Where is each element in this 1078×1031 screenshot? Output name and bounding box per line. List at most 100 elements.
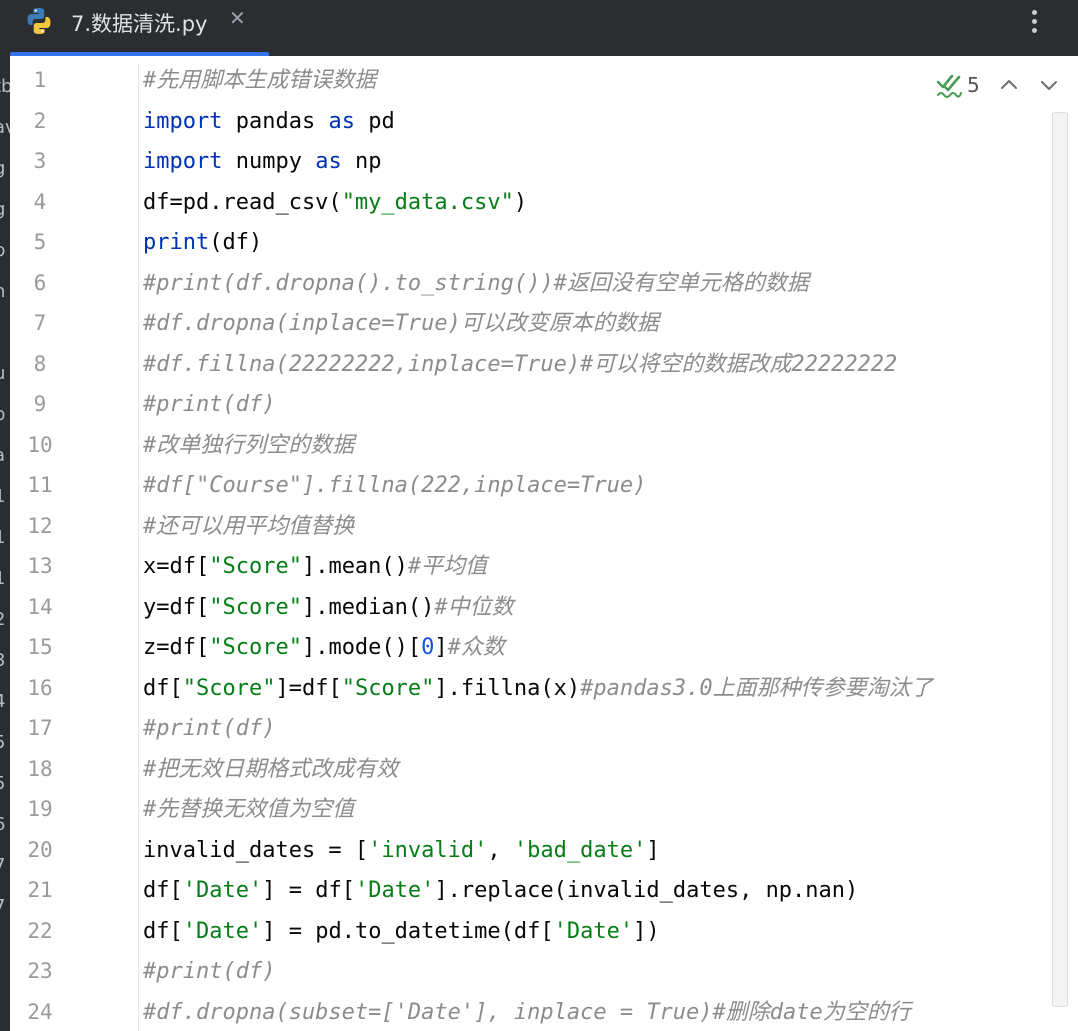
close-icon[interactable]: ✕ (229, 6, 246, 30)
side-panel-clipped: tbavggpnlupa11123455677 (0, 56, 10, 1031)
code-token: #中位数 (434, 594, 514, 620)
double-check-icon[interactable] (935, 71, 963, 99)
code-line[interactable]: #改单独行列空的数据 (143, 431, 354, 461)
python-icon (27, 8, 51, 34)
clipped-panel-text: 1 (0, 486, 10, 507)
code-line[interactable]: #先用脚本生成错误数据 (143, 66, 376, 96)
inspection-widget: 5 (935, 70, 1078, 100)
code-token: pandas (222, 108, 329, 134)
line-number: 24 (27, 999, 53, 1024)
code-token: ]=df[ (275, 675, 342, 701)
code-editor[interactable]: 1 2 3 4 5 6 7 8 9 10 11 12 13 14 15 16 17 18 19 20 21 22 23 24 … (10, 56, 1078, 1031)
code-token: numpy (222, 149, 316, 174)
code-token: import (143, 149, 223, 174)
code-line[interactable]: #df.dropna(subset=['Date'], inplace = Tr… (143, 998, 911, 1028)
code-token: "Score" (341, 675, 435, 701)
line-number: 8 (33, 351, 47, 376)
code-line[interactable]: x=df["Score"].mean()#平均值 (143, 552, 487, 582)
code-token: #df["Course"].fillna(222,inplace=True) (143, 473, 647, 498)
line-number: 16 (27, 675, 53, 700)
line-number: 3 (33, 149, 47, 173)
code-line[interactable]: import numpy as np (143, 147, 381, 177)
code-line[interactable]: df['Date'] = df['Date'].replace(invalid_… (143, 876, 858, 906)
code-token: np (341, 149, 382, 174)
code-line[interactable]: invalid_dates = ['invalid', 'bad_date'] (143, 836, 660, 866)
code-line[interactable]: #df.dropna(inplace=True)可以改变原本的数据 (143, 309, 659, 339)
inspection-count: 5 (967, 73, 980, 97)
code-line[interactable]: df=pd.read_csv("my_data.csv") (143, 188, 527, 218)
line-number: 7 (33, 311, 47, 335)
more-vertical-icon[interactable] (1026, 8, 1044, 36)
code-token: 0 (421, 635, 435, 660)
clipped-panel-text: 3 (0, 650, 10, 671)
code-token: ] = df[ (262, 878, 355, 903)
code-line[interactable]: #df["Course"].fillna(222,inplace=True) (143, 471, 646, 501)
code-line[interactable]: df["Score"]=df["Score"].fillna(x)#pandas… (143, 674, 933, 704)
tab-title: 7.数据清洗.py (71, 12, 208, 36)
code-token: as (315, 149, 342, 174)
code-token: df[ (143, 675, 183, 701)
code-line[interactable]: df['Date'] = pd.to_datetime(df['Date']) (143, 917, 660, 947)
code-token: ].replace(invalid_dates, np.nan) (434, 878, 859, 903)
clipped-panel-text: 4 (0, 691, 10, 712)
clipped-panel-text: n (0, 281, 10, 302)
code-token: #pandas3.0上面那种传参要淘汰了 (580, 675, 933, 701)
code-token: df[ (143, 918, 183, 944)
line-number: 18 (27, 756, 53, 781)
code-line[interactable]: #print(df) (143, 390, 275, 420)
code-token: (df) (209, 230, 263, 255)
code-token: 'Date' (182, 878, 263, 903)
code-line[interactable]: #print(df) (143, 714, 275, 744)
code-token: import (143, 108, 223, 134)
code-token: ]) (633, 918, 660, 944)
line-number: 21 (27, 878, 53, 902)
code-line[interactable]: y=df["Score"].median()#中位数 (143, 593, 514, 623)
code-line[interactable]: #print(df) (143, 957, 275, 987)
line-number: 1 (33, 68, 47, 92)
code-line[interactable]: #还可以用平均值替换 (143, 512, 354, 542)
code-line[interactable]: z=df["Score"].mode()[0]#众数 (143, 633, 505, 663)
clipped-panel-text: p (0, 240, 10, 261)
code-token: #改单独行列空的数据 (143, 432, 355, 458)
clipped-panel-text: g (0, 158, 10, 179)
chevron-up-icon[interactable] (998, 74, 1020, 96)
chevron-down-icon[interactable] (1038, 74, 1060, 96)
code-token: "Score" (182, 675, 276, 701)
code-token: #把无效日期格式改成有效 (143, 756, 399, 782)
code-token: df[ (143, 878, 183, 903)
vertical-scrollbar[interactable] (1052, 112, 1068, 1007)
code-token: invalid_dates = [ (143, 837, 369, 863)
line-number: 4 (33, 189, 47, 214)
code-token: ].mean() (301, 554, 408, 579)
code-token: ].fillna(x) (434, 675, 581, 701)
code-token: x=df[ (143, 554, 210, 579)
clipped-panel-text: 5 (0, 773, 10, 794)
code-line[interactable]: #先替换无效值为空值 (143, 795, 354, 825)
code-token: "Score" (209, 594, 302, 620)
code-line[interactable]: print(df) (143, 228, 262, 258)
clipped-panel-text: l (0, 322, 10, 343)
clipped-panel-text: g (0, 199, 10, 220)
line-number: 5 (33, 230, 47, 254)
code-line[interactable]: #df.fillna(22222222,inplace=True)#可以将空的数… (143, 350, 897, 380)
code-token: #print(df.dropna().to_string())#返回没有空单元格… (143, 270, 809, 296)
code-token: #先替换无效值为空值 (143, 797, 355, 822)
line-number: 6 (33, 270, 47, 295)
code-token: ] (434, 635, 448, 660)
code-token: #众数 (447, 635, 505, 660)
code-token: #print(df) (143, 392, 276, 417)
code-token: 'Date' (553, 918, 634, 944)
code-line[interactable]: #把无效日期格式改成有效 (143, 755, 398, 785)
line-number: 17 (27, 716, 53, 740)
line-number: 14 (27, 594, 53, 619)
code-token: ] = pd.to_datetime(df[ (262, 918, 554, 944)
line-number: 13 (27, 554, 53, 578)
clipped-panel-text: 6 (0, 814, 10, 835)
code-line[interactable]: #print(df.dropna().to_string())#返回没有空单元格… (143, 269, 809, 299)
code-token: #df.dropna(inplace=True)可以改变原本的数据 (143, 311, 659, 336)
clipped-panel-text: 1 (0, 527, 10, 548)
clipped-panel-text: u (0, 363, 10, 384)
code-line[interactable]: import pandas as pd (143, 107, 395, 137)
clipped-panel-text: 7 (0, 896, 10, 917)
code-token: #平均值 (407, 554, 488, 579)
